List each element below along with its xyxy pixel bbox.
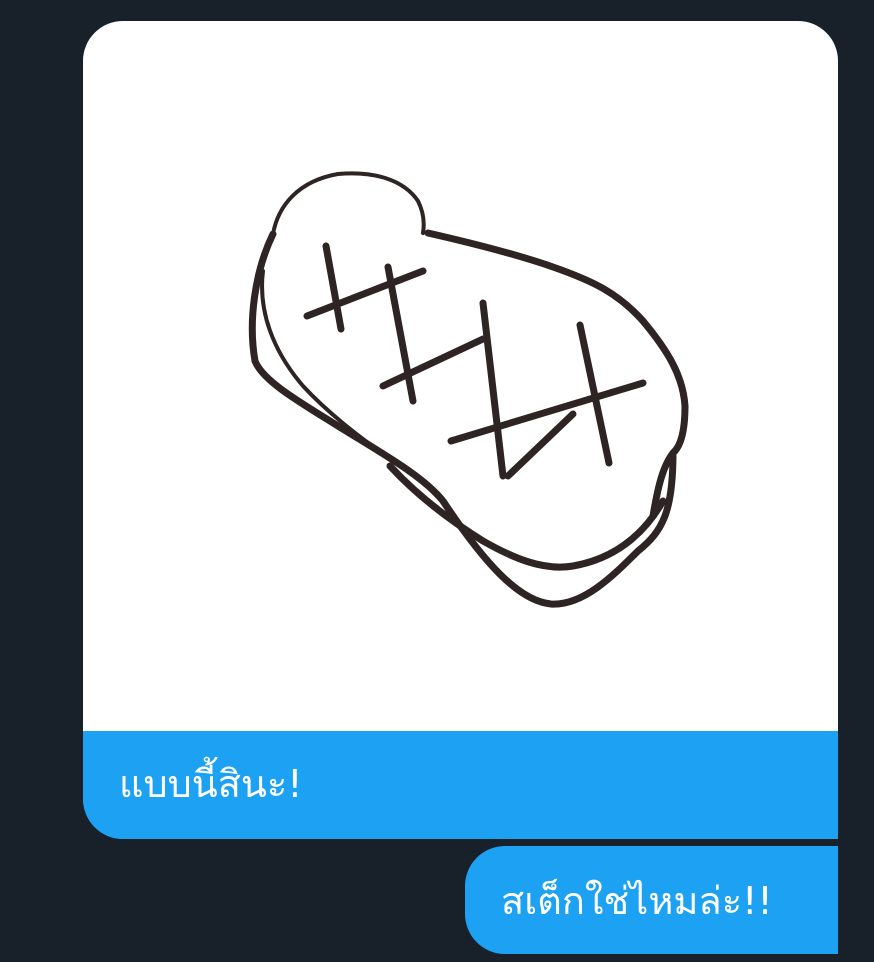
text-message-bubble[interactable]: สเต็กใช่ไหมล่ะ!! bbox=[465, 846, 838, 954]
image-caption: แบบนี้สินะ! bbox=[119, 762, 303, 806]
conversation-view: แบบนี้สินะ! สเต็กใช่ไหมล่ะ!! bbox=[0, 0, 874, 962]
image-caption-bar: แบบนี้สินะ! bbox=[83, 731, 838, 839]
message-image[interactable] bbox=[83, 21, 838, 731]
image-message[interactable]: แบบนี้สินะ! bbox=[83, 21, 838, 839]
steak-drawing-icon bbox=[248, 171, 689, 608]
text-message: สเต็กใช่ไหมล่ะ!! bbox=[501, 879, 773, 923]
